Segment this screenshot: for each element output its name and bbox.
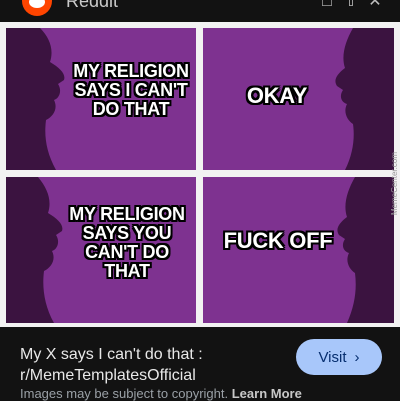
share-icon[interactable]: ⇧ [340,0,362,10]
meme-panel-3: MY RELIGION SAYS YOU CAN'T DO THAT [6,177,196,323]
visit-label: Visit [318,348,347,366]
chevron-right-icon: › [354,348,360,366]
panel-2-text: OKAY [246,83,308,108]
visit-button[interactable]: Visit › [296,339,382,375]
watermark: MemeCenter.com [390,152,399,216]
bookmark-icon[interactable]: □ [316,0,338,10]
reddit-logo-icon[interactable] [22,0,52,16]
meme-panel-4: FUCK OFF [203,177,394,323]
caption-title: My X says I can't do that : [20,346,203,363]
meme-image[interactable]: MY RELIGION SAYS I CAN'T DO THAT OKAY MY… [0,22,400,327]
panel-1-text: MY RELIGION SAYS I CAN'T DO THAT [73,61,189,119]
learn-more-link[interactable]: Learn More [232,386,302,401]
copyright-notice: Images may be subject to copyright. Lear… [20,386,302,401]
close-icon[interactable]: ✕ [364,0,386,10]
site-name[interactable]: Reddit [66,0,118,12]
result-caption[interactable]: My X says I can't do that : r/MemeTempla… [20,344,290,386]
meme-panel-2: OKAY [203,28,394,170]
meme-panel-1: MY RELIGION SAYS I CAN'T DO THAT [6,28,196,170]
top-bar: Reddit □ ⇧ ✕ [0,0,400,22]
panel-3-text: MY RELIGION SAYS YOU CAN'T DO THAT [69,204,185,281]
panel-4-text: FUCK OFF [223,228,333,253]
caption-subreddit: r/MemeTemplatesOfficial [20,367,196,384]
copyright-text: Images may be subject to copyright. [20,386,229,401]
